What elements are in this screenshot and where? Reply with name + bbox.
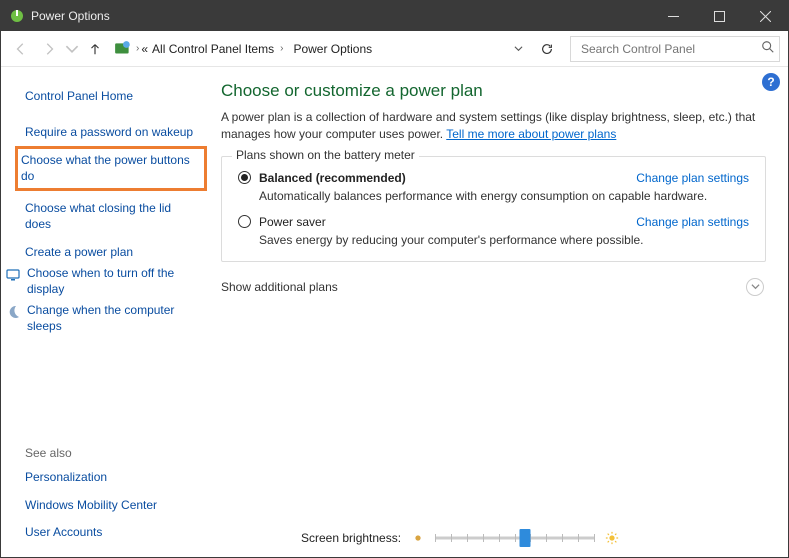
plans-groupbox: Plans shown on the battery meter Balance… — [221, 156, 766, 262]
up-button[interactable] — [83, 37, 107, 61]
search-icon[interactable] — [761, 40, 775, 57]
search-input[interactable] — [579, 41, 761, 57]
groupbox-legend: Plans shown on the battery meter — [232, 148, 419, 162]
breadcrumb-dropdown[interactable] — [510, 42, 529, 56]
radio-power-saver[interactable] — [238, 215, 251, 228]
nav-bar: › « All Control Panel Items › Power Optio… — [1, 31, 788, 67]
expand-icon[interactable] — [746, 278, 764, 296]
brightness-slider[interactable] — [435, 529, 595, 547]
plan-name-balanced[interactable]: Balanced (recommended) — [259, 171, 406, 185]
sidebar-computer-sleeps[interactable]: Change when the computer sleeps — [27, 303, 197, 340]
sidebar-require-password[interactable]: Require a password on wakeup — [25, 119, 197, 147]
control-panel-home-link[interactable]: Control Panel Home — [25, 83, 197, 119]
monitor-icon — [5, 267, 21, 283]
chevron-right-icon[interactable]: › — [278, 43, 285, 54]
radio-balanced[interactable] — [238, 171, 251, 184]
plan-desc-power-saver: Saves energy by reducing your computer's… — [259, 233, 749, 247]
sun-dim-icon — [411, 531, 425, 545]
main-panel: Choose or customize a power plan A power… — [211, 67, 788, 557]
page-description: A power plan is a collection of hardware… — [221, 109, 766, 144]
change-settings-balanced[interactable]: Change plan settings — [636, 171, 749, 185]
show-additional-label: Show additional plans — [221, 280, 338, 294]
page-heading: Choose or customize a power plan — [221, 81, 766, 101]
sidebar-closing-lid[interactable]: Choose what closing the lid does — [25, 195, 197, 238]
breadcrumb-item-power[interactable]: Power Options — [293, 42, 372, 56]
see-also-personalization[interactable]: Personalization — [25, 464, 197, 492]
window-title: Power Options — [31, 9, 650, 23]
recent-dropdown[interactable] — [65, 37, 79, 61]
search-box[interactable] — [570, 36, 780, 62]
title-bar: Power Options — [1, 1, 788, 31]
plan-desc-balanced: Automatically balances performance with … — [259, 189, 749, 203]
sidebar-turn-off-display[interactable]: Choose when to turn off the display — [27, 266, 197, 303]
minimize-button[interactable] — [650, 1, 696, 31]
control-panel-icon — [114, 40, 132, 58]
plan-name-power-saver[interactable]: Power saver — [259, 215, 326, 229]
sidebar: Control Panel Home Require a password on… — [1, 67, 211, 557]
show-additional-row[interactable]: Show additional plans — [221, 278, 766, 296]
sidebar-power-buttons[interactable]: Choose what the power buttons do — [21, 153, 196, 184]
breadcrumb-bar[interactable]: › « All Control Panel Items › Power Optio… — [111, 36, 530, 62]
see-also-user-accounts[interactable]: User Accounts — [25, 519, 197, 547]
sidebar-create-plan[interactable]: Create a power plan — [25, 239, 197, 267]
plan-power-saver: Power saver Change plan settings Saves e… — [238, 215, 749, 247]
breadcrumb-item-all[interactable]: All Control Panel Items — [152, 42, 274, 56]
slider-thumb[interactable] — [519, 529, 530, 547]
sun-bright-icon — [605, 531, 619, 545]
forward-button[interactable] — [37, 37, 61, 61]
highlighted-item: Choose what the power buttons do — [15, 146, 207, 191]
chevron-right-icon[interactable]: › — [134, 43, 141, 54]
app-icon — [9, 8, 25, 24]
maximize-button[interactable] — [696, 1, 742, 31]
close-button[interactable] — [742, 1, 788, 31]
back-button[interactable] — [9, 37, 33, 61]
refresh-button[interactable] — [534, 36, 560, 62]
brightness-control: Screen brightness: — [301, 529, 619, 547]
see-also-mobility[interactable]: Windows Mobility Center — [25, 492, 197, 520]
moon-icon — [5, 304, 21, 320]
breadcrumb-back[interactable]: « — [141, 42, 148, 56]
plan-balanced: Balanced (recommended) Change plan setti… — [238, 171, 749, 203]
change-settings-power-saver[interactable]: Change plan settings — [636, 215, 749, 229]
see-also-label: See also — [25, 438, 197, 464]
brightness-label: Screen brightness: — [301, 531, 401, 545]
tell-me-more-link[interactable]: Tell me more about power plans — [446, 127, 616, 141]
